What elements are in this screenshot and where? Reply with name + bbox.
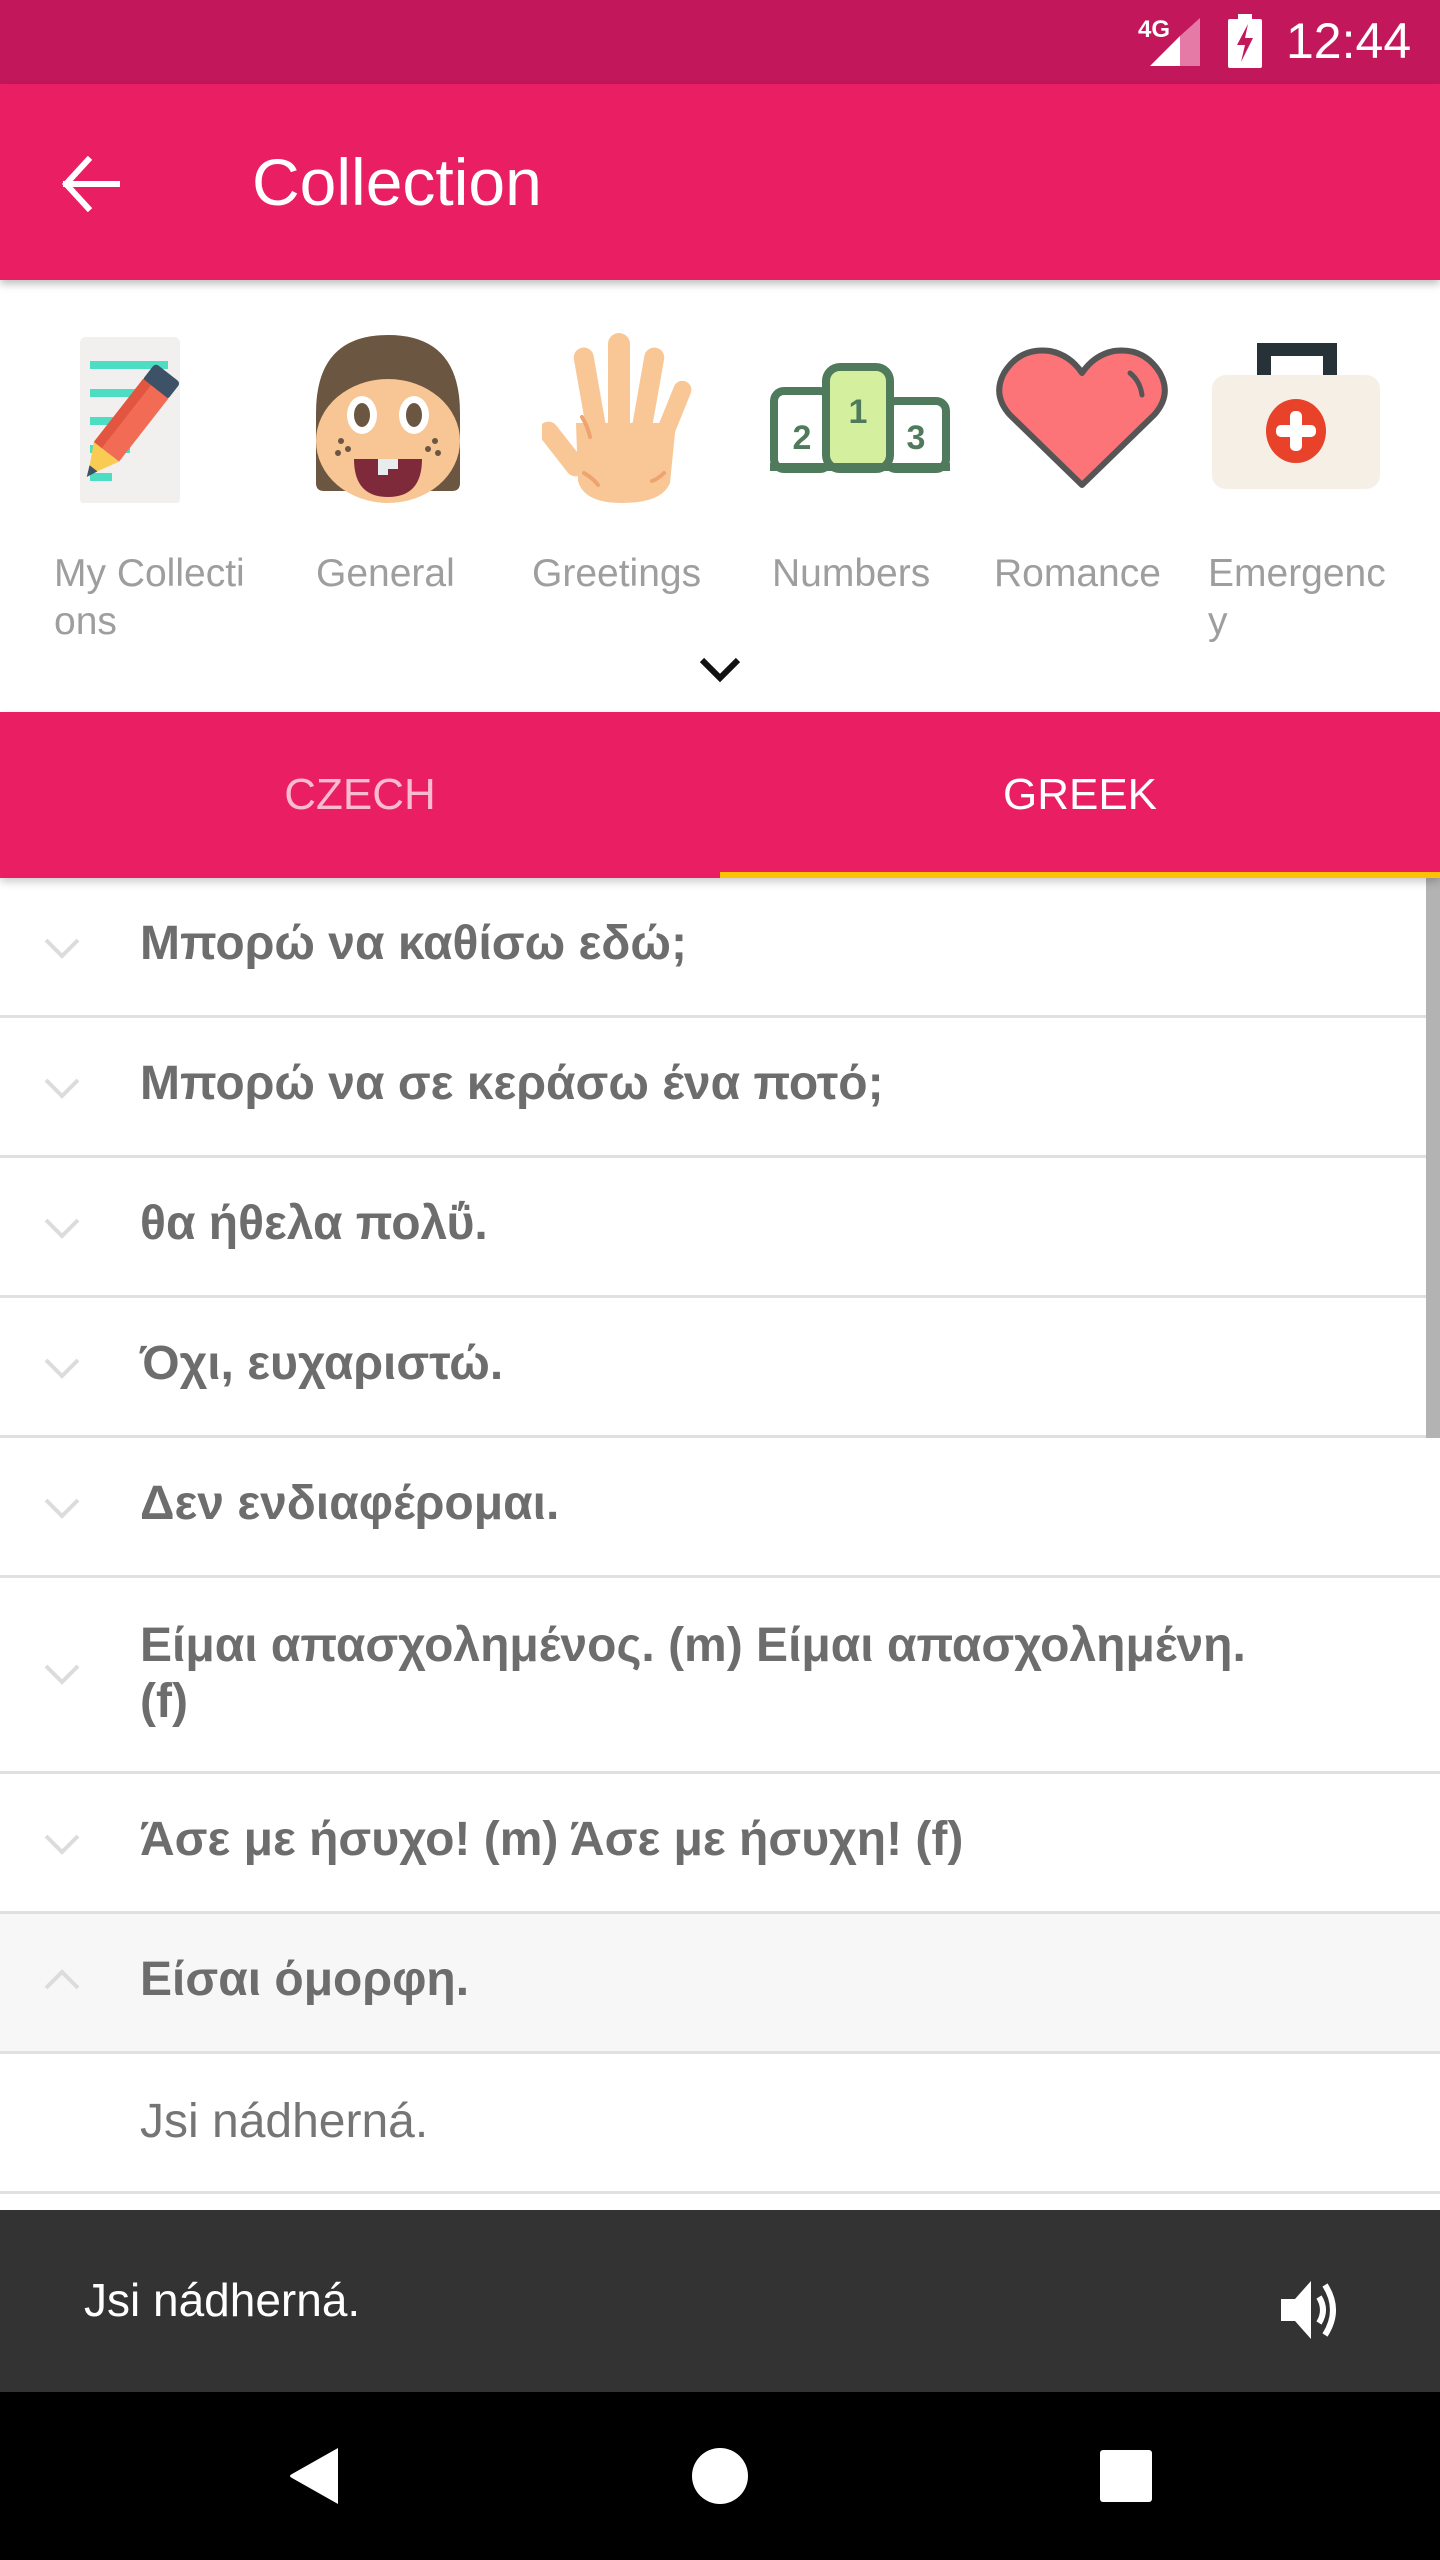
tab-greek[interactable]: GREEK <box>720 712 1440 878</box>
back-button[interactable] <box>40 134 140 234</box>
first-aid-kit-icon <box>1212 342 1380 489</box>
chevron-down-icon <box>44 1664 80 1685</box>
podium-icon: 2 1 3 <box>770 362 950 473</box>
category-my-collections[interactable]: My Collections <box>40 330 260 650</box>
waving-hand-icon <box>542 332 692 503</box>
clock: 12:44 <box>1286 13 1412 69</box>
battery-charging-icon <box>1228 14 1262 68</box>
phrase-text: Όχι, ευχαριστώ. <box>140 1337 504 1390</box>
play-audio-button[interactable] <box>1262 2260 1362 2360</box>
nav-back-button[interactable] <box>256 2426 376 2526</box>
category-numbers[interactable]: 2 1 3 Numbers <box>750 330 970 650</box>
language-tabs: CZECH GREEK <box>0 712 1440 878</box>
chevron-down-icon <box>699 657 741 683</box>
category-greetings[interactable]: Greetings <box>512 330 732 650</box>
recents-square-icon <box>1100 2450 1152 2502</box>
tab-indicator <box>720 872 1440 878</box>
back-triangle-icon <box>290 2448 338 2504</box>
category-strip: My Collections General Greetings 2 1 3 N… <box>0 280 1440 712</box>
nav-recents-button[interactable] <box>1066 2426 1186 2526</box>
signal-icon <box>1150 18 1200 66</box>
arrow-left-icon <box>61 156 120 212</box>
phrase-list: Μπορώ να καθίσω εδώ; Μπορώ να σε κεράσω … <box>0 878 1440 2210</box>
chevron-down-icon <box>44 1834 80 1855</box>
phrase-text: Δεν ενδιαφέρομαι. <box>140 1477 560 1530</box>
phrase-text: Είσαι όμορφη. <box>140 1953 470 2006</box>
phrase-text: θα ήθελα πολΰ. <box>140 1197 488 1250</box>
chevron-down-icon <box>44 1498 80 1519</box>
category-label: Greetings <box>532 552 702 595</box>
speaker-icon <box>1281 2281 1336 2339</box>
translation-row[interactable]: Jsi nádherná. <box>0 2054 1440 2194</box>
category-general[interactable]: General <box>278 330 498 650</box>
phrase-text: Είμαι απασχολημένος. (m) Είμαι απασχολημ… <box>140 1619 1246 1728</box>
phrase-text: Άσε με ήσυχο! (m) Άσε με ήσυχη! (f) <box>140 1813 964 1866</box>
toolbar: Collection <box>0 84 1440 280</box>
phrase-row[interactable]: Μπορώ να καθίσω εδώ; <box>0 878 1440 1018</box>
notepad-pencil-icon <box>80 336 180 503</box>
phrase-text: Μπορώ να καθίσω εδώ; <box>140 917 687 970</box>
audio-player-bar: Jsi nádherná. <box>0 2210 1440 2392</box>
phrase-row-expanded[interactable]: Είσαι όμορφη. <box>0 1914 1440 2054</box>
system-nav-bar <box>0 2392 1440 2560</box>
expand-categories-button[interactable] <box>680 640 760 700</box>
chevron-down-icon <box>44 1078 80 1099</box>
category-label: My Collections <box>54 552 245 643</box>
phrase-text: Μπορώ να σε κεράσω ένα ποτό; <box>140 1057 884 1110</box>
player-phrase: Jsi nádherná. <box>84 2274 361 2326</box>
category-romance[interactable]: Romance <box>972 330 1192 650</box>
smiling-face-icon <box>316 334 460 503</box>
svg-text:3: 3 <box>907 419 926 457</box>
phrase-row[interactable]: Άσε με ήσυχο! (m) Άσε με ήσυχη! (f) <box>0 1774 1440 1914</box>
phrase-row[interactable]: Είμαι απασχολημένος. (m) Είμαι απασχολημ… <box>0 1578 1440 1774</box>
chevron-up-icon <box>44 1969 80 1990</box>
svg-text:2: 2 <box>793 419 812 457</box>
category-label: Emergency <box>1208 552 1386 643</box>
category-emergency[interactable]: Emergency <box>1196 330 1416 650</box>
chevron-down-icon <box>44 1358 80 1379</box>
chevron-down-icon <box>44 938 80 959</box>
heart-icon <box>996 346 1168 488</box>
nav-home-button[interactable] <box>660 2426 780 2526</box>
translation-text: Jsi nádherná. <box>140 2095 429 2148</box>
phrase-row[interactable]: θα ήθελα πολΰ. <box>0 1158 1440 1298</box>
page-title: Collection <box>252 145 542 219</box>
phrase-row[interactable]: Μπορώ να σε κεράσω ένα ποτό; <box>0 1018 1440 1158</box>
phrase-row[interactable]: Δεν ενδιαφέρομαι. <box>0 1438 1440 1578</box>
category-label: General <box>316 552 455 595</box>
scrollbar[interactable] <box>1426 878 1440 1438</box>
category-label: Romance <box>994 552 1161 595</box>
category-label: Numbers <box>772 552 931 595</box>
status-bar: 4G 12:44 <box>0 0 1440 84</box>
svg-text:1: 1 <box>849 393 868 431</box>
chevron-down-icon <box>44 1218 80 1239</box>
phrase-row[interactable]: Όχι, ευχαριστώ. <box>0 1298 1440 1438</box>
home-circle-icon <box>692 2448 748 2504</box>
tab-czech[interactable]: CZECH <box>0 712 720 878</box>
